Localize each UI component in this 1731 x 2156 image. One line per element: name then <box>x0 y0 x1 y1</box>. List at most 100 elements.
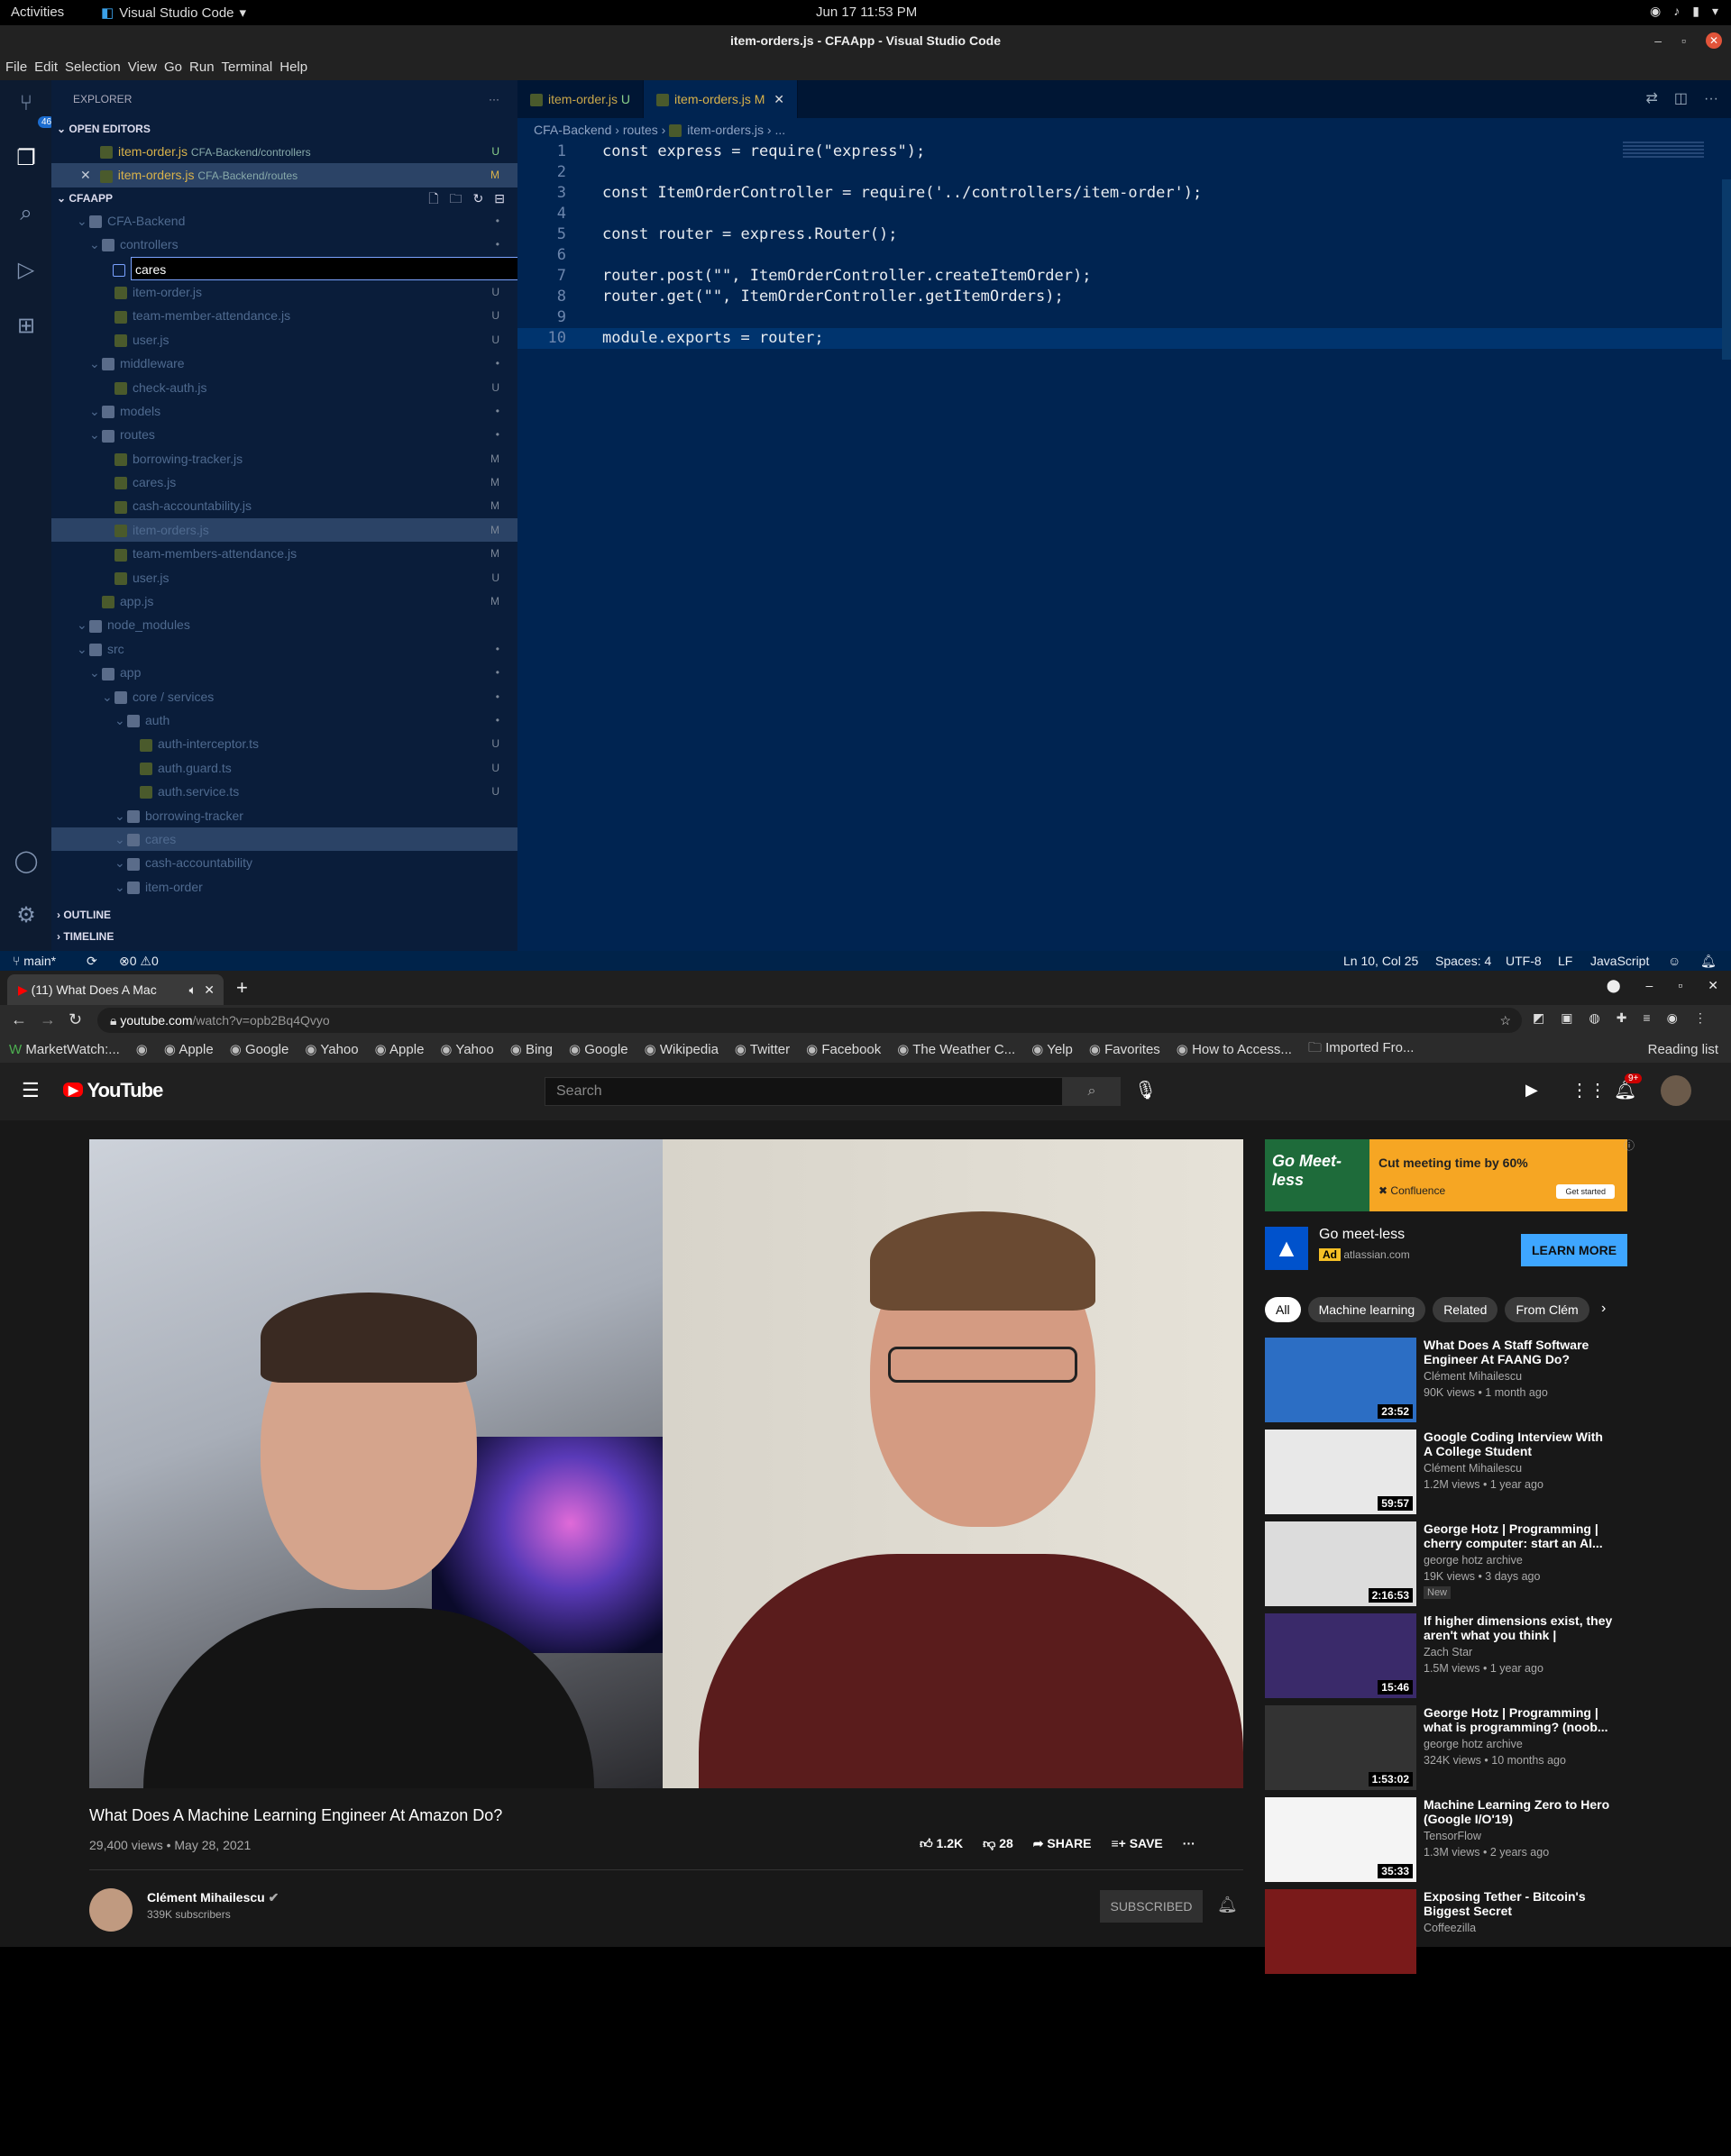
tree-file[interactable]: check-auth.js U <box>51 376 517 399</box>
avatar[interactable] <box>1661 1075 1691 1106</box>
system-tray[interactable]: ◉ ♪ ▮ ▾ <box>1650 4 1718 19</box>
close-button[interactable]: ✕ <box>1708 978 1718 993</box>
video-thumbnail[interactable] <box>1265 1889 1416 1974</box>
outline-section[interactable]: › OUTLINE <box>51 904 517 926</box>
language-mode[interactable]: JavaScript <box>1590 951 1649 971</box>
menu-go[interactable]: Go <box>164 57 189 80</box>
video-player[interactable] <box>89 1139 1243 1788</box>
tree-folder[interactable]: ⌄ CFA-Backend • <box>51 209 517 233</box>
channel-avatar[interactable] <box>89 1888 133 1932</box>
new-file-icon[interactable]: 🗋 <box>428 187 438 209</box>
recommended-video[interactable]: 2:16:53 George Hotz | Programming | cherr… <box>1265 1521 1689 1606</box>
video-thumbnail[interactable]: 35:33 <box>1265 1797 1416 1882</box>
tree-file[interactable]: auth.guard.ts U <box>51 756 517 780</box>
bookmark-item[interactable]: ◉ Facebook <box>806 1041 881 1057</box>
maximize-button[interactable]: ▫ <box>1681 25 1686 57</box>
new-tab-button[interactable]: + <box>236 976 248 1000</box>
bookmark-item[interactable]: ◉ Google <box>569 1041 628 1057</box>
video-title[interactable]: Machine Learning Zero to Hero (Google I/… <box>1424 1797 1613 1826</box>
breadcrumb-item[interactable]: ... <box>774 123 785 137</box>
bookmark-item[interactable]: ◉ Yelp <box>1031 1041 1073 1057</box>
info-icon[interactable]: ⓘ <box>1624 1137 1635 1153</box>
bookmark-item[interactable]: ◉ Apple <box>164 1041 214 1057</box>
reload-icon[interactable]: ↻ <box>69 1010 82 1029</box>
bookmark-item[interactable]: ◉ Favorites <box>1089 1041 1160 1057</box>
video-title[interactable]: If higher dimensions exist, they aren't … <box>1424 1613 1613 1642</box>
tree-file[interactable]: item-order.js U <box>51 280 517 304</box>
tree-file[interactable]: app.js M <box>51 589 517 613</box>
encoding[interactable]: UTF-8 <box>1506 951 1542 971</box>
share-button[interactable]: ➦ SHARE <box>1033 1836 1092 1851</box>
video-title[interactable]: George Hotz | Programming | what is prog… <box>1424 1705 1613 1734</box>
apps-icon[interactable]: ⋮⋮ <box>1571 1079 1607 1101</box>
breadcrumb-item[interactable]: item-orders.js <box>687 123 764 137</box>
bookmark-item[interactable]: ◉ Wikipedia <box>645 1041 719 1057</box>
ad-title[interactable]: Go meet-less <box>1319 1227 1405 1243</box>
clock[interactable]: Jun 17 11:53 PM <box>816 5 917 20</box>
bookmark-item[interactable]: 🗀 Imported Fro... <box>1308 1038 1415 1061</box>
tree-folder[interactable]: ⌄ borrowing-tracker <box>51 804 517 827</box>
sync-icon[interactable]: ⟳ <box>87 951 97 971</box>
video-channel[interactable]: TensorFlow <box>1424 1830 1481 1842</box>
code-line[interactable]: 9 <box>517 307 1731 328</box>
tree-file[interactable]: cash-accountability.js M <box>51 494 517 517</box>
tab-item-orders[interactable]: item-orders.js M ✕ <box>644 80 799 118</box>
bell-icon[interactable]: 🔔︎ <box>1700 951 1717 971</box>
tree-file[interactable]: auth.service.ts U <box>51 780 517 803</box>
open-editors-section[interactable]: ⌄ OPEN EDITORS <box>51 118 517 140</box>
video-title[interactable]: George Hotz | Programming | cherry compu… <box>1424 1521 1613 1550</box>
extension-icon[interactable]: ▣ <box>1561 1010 1572 1026</box>
app-menu[interactable]: ◧ Visual Studio Code ▾ <box>101 5 246 22</box>
chip-machine-learning[interactable]: Machine learning <box>1307 1297 1426 1322</box>
feedback-icon[interactable]: ☺ <box>1668 951 1681 971</box>
close-icon[interactable]: ✕ <box>80 168 91 182</box>
menu-run[interactable]: Run <box>189 57 222 80</box>
search-icon[interactable]: ⌕ <box>13 201 40 228</box>
new-folder-icon[interactable]: 🗀 <box>450 187 463 209</box>
tree-file[interactable]: team-members-attendance.js M <box>51 542 517 565</box>
url-bar[interactable]: 🔒︎ youtube.com/watch?v=opb2Bq4Qvyo ☆ <box>97 1008 1522 1033</box>
video-channel[interactable]: george hotz archive <box>1424 1738 1523 1750</box>
tree-folder[interactable]: ⌄ cash-accountability <box>51 851 517 874</box>
problems-indicator[interactable]: ⊗0 ⚠0 <box>119 951 159 971</box>
chip-all[interactable]: All <box>1265 1297 1301 1322</box>
breadcrumb-item[interactable]: CFA-Backend <box>534 123 611 137</box>
split-editor-icon[interactable]: ◫ <box>1674 80 1688 118</box>
code-line[interactable]: 7 router.post("", ItemOrderController.cre… <box>517 266 1731 287</box>
more-icon[interactable]: ··· <box>1183 1836 1195 1851</box>
extensions-icon[interactable]: ⊞ <box>13 313 40 340</box>
bookmark-item[interactable]: ◉ Yahoo <box>440 1041 493 1057</box>
dislike-button[interactable]: 👎︎ 28 <box>983 1836 1013 1851</box>
channel-name[interactable]: Clément Mihailescu ✔ <box>147 1890 279 1905</box>
code-editor[interactable]: 1 const express = require("express"); 2 3 co… <box>517 142 1731 349</box>
tree-file[interactable]: user.js U <box>51 566 517 589</box>
eol[interactable]: LF <box>1558 951 1572 971</box>
code-line[interactable]: 8 router.get("", ItemOrderController.getI… <box>517 287 1731 307</box>
tree-folder[interactable]: ⌄ routes • <box>51 423 517 446</box>
video-title[interactable]: Exposing Tether - Bitcoin's Biggest Secr… <box>1424 1889 1613 1918</box>
bookmark-item[interactable]: ◉ Twitter <box>735 1041 790 1057</box>
tree-folder[interactable]: ⌄ middleware • <box>51 352 517 375</box>
kebab-menu-icon[interactable]: ⋮ <box>1694 1010 1707 1026</box>
video-thumbnail[interactable]: 15:46 <box>1265 1613 1416 1698</box>
menu-edit[interactable]: Edit <box>34 57 65 80</box>
reading-list[interactable]: Reading list <box>1648 1042 1731 1057</box>
bookmark-item[interactable]: ◉ Yahoo <box>305 1041 358 1057</box>
tree-file[interactable]: team-member-attendance.js U <box>51 304 517 327</box>
bookmark-item[interactable]: ◉ The Weather C... <box>897 1041 1015 1057</box>
code-line[interactable]: 5 const router = express.Router(); <box>517 224 1731 245</box>
minimap[interactable] <box>1623 142 1704 160</box>
ad-banner[interactable]: Go Meet-less Cut meeting time by 60% ✖ C… <box>1265 1139 1635 1211</box>
chip-related[interactable]: Related <box>1433 1297 1498 1322</box>
recommended-video[interactable]: 1:53:02 George Hotz | Programming | what … <box>1265 1705 1689 1790</box>
bookmark-item[interactable]: W MarketWatch:... <box>9 1042 120 1057</box>
tree-folder[interactable]: ⌄ models • <box>51 399 517 423</box>
breadcrumb-item[interactable]: routes <box>623 123 658 137</box>
video-channel[interactable]: Clément Mihailescu <box>1424 1462 1522 1475</box>
close-button[interactable]: ✕ <box>1706 32 1722 49</box>
browser-tab[interactable]: ▶ (11) What Does A Mac 🔈︎ ✕ <box>7 974 224 1005</box>
search-input[interactable]: Search <box>545 1077 1063 1106</box>
chevron-right-icon[interactable]: › <box>1601 1301 1606 1317</box>
tree-folder[interactable]: ⌄ controllers • <box>51 233 517 256</box>
chip-from-channel[interactable]: From Clém <box>1505 1297 1589 1322</box>
